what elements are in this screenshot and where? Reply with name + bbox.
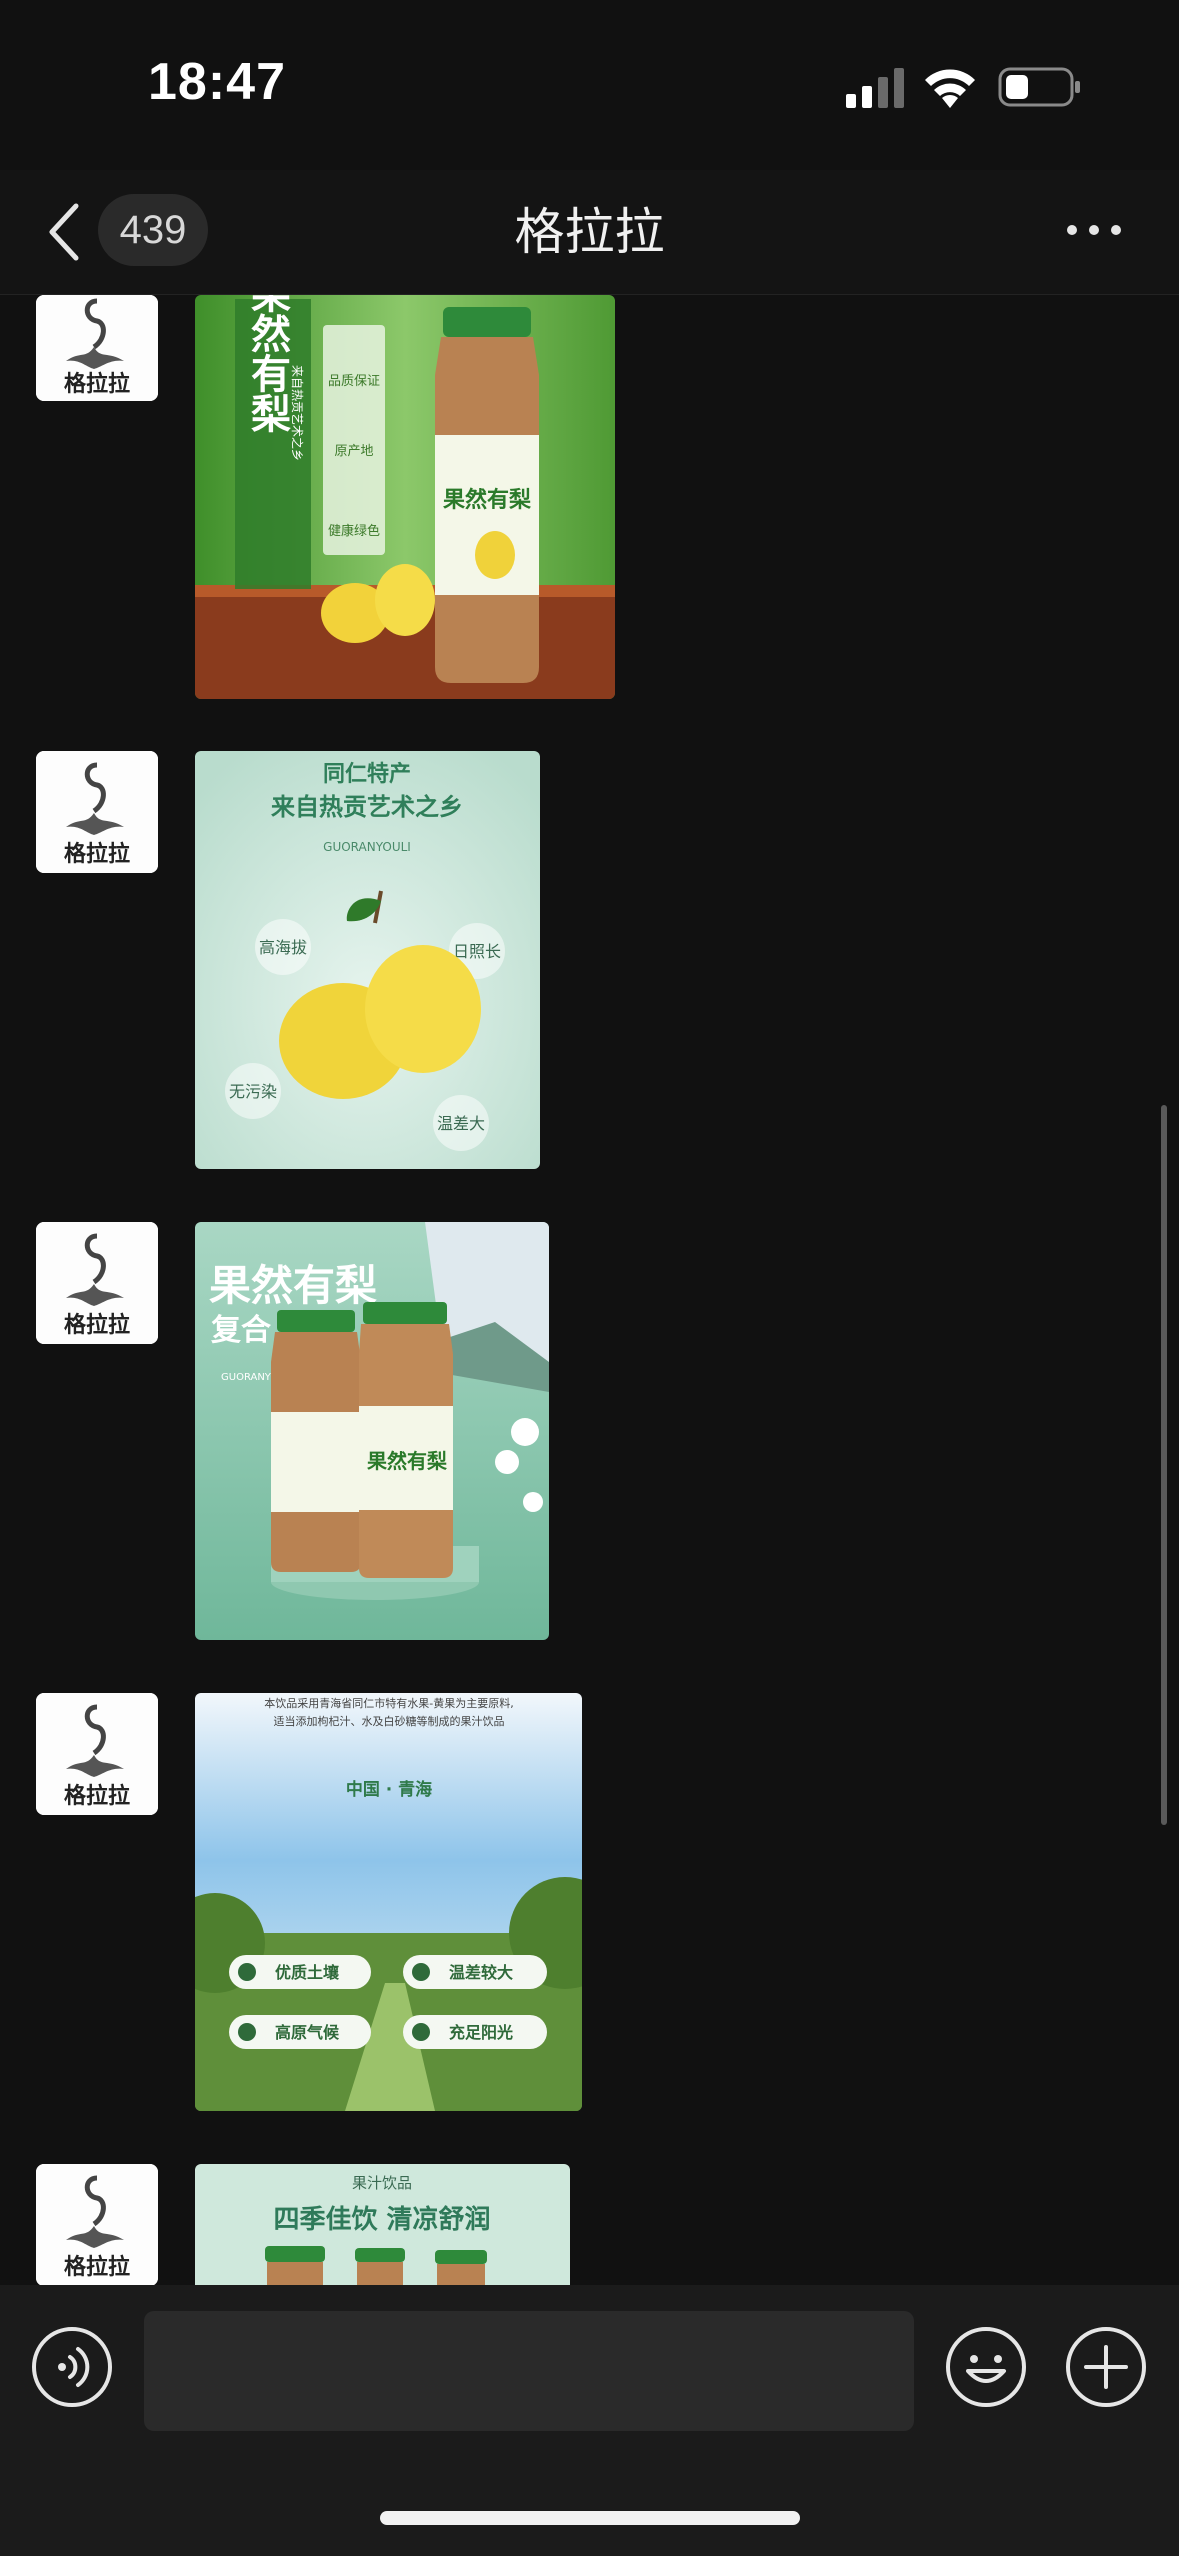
contact-avatar[interactable]: 格拉拉	[36, 2164, 158, 2285]
feature-temp: 温差较大	[448, 1963, 513, 1982]
message-list[interactable]: 格拉拉 果然有梨 品质保证 原产地 健康绿色 来自热贡艺术之乡 果然有梨 格拉拉…	[0, 295, 1179, 2285]
voice-input-icon[interactable]	[30, 2325, 114, 2409]
status-time: 18:47	[148, 53, 286, 111]
avatar-text: 格拉拉	[64, 1783, 130, 1809]
more-options-icon[interactable]	[1064, 218, 1124, 242]
chat-title: 格拉拉	[514, 203, 665, 261]
tag-sunshine: 日照长	[453, 942, 501, 961]
promo-title: 果然有梨	[209, 1261, 377, 1310]
desc-line-2: 适当添加枸杞汁、水及白砂糖等制成的果汁饮品	[274, 1714, 505, 1728]
avatar-text: 格拉拉	[64, 2254, 130, 2280]
avatar-text: 格拉拉	[64, 1312, 130, 1338]
promo-brand: GUORANYOULI	[323, 840, 411, 854]
contact-avatar[interactable]: 格拉拉	[36, 1222, 158, 1344]
scrollbar[interactable]	[1161, 1105, 1167, 1825]
promo-line-2: 来自热贡艺术之乡	[271, 793, 463, 821]
badge-green: 健康绿色	[328, 523, 380, 539]
desc-line-1: 本饮品采用青海省同仁市特有水果-黄果为主要原料,	[264, 1696, 513, 1710]
message-input[interactable]	[144, 2311, 914, 2431]
promo-small: 果汁饮品	[352, 2174, 412, 2192]
message-image[interactable]: 果然有梨 品质保证 原产地 健康绿色 来自热贡艺术之乡 果然有梨	[195, 295, 615, 699]
tag-temp-diff: 温差大	[437, 1114, 485, 1133]
contact-avatar[interactable]: 格拉拉	[36, 1693, 158, 1815]
message-image[interactable]: 果然有梨 复合 GUORANYO 果然有梨	[195, 1222, 549, 1640]
message-image[interactable]: 同仁特产 来自热贡艺术之乡 GUORANYOULI 高海拔 日照长 无污染 温差…	[195, 751, 540, 1169]
badge-quality: 品质保证	[328, 374, 380, 389]
emoji-icon[interactable]	[944, 2325, 1028, 2409]
promo-vertical-title-1: 果然有梨	[244, 295, 291, 433]
promo-headline: 四季佳饮 清凉舒润	[273, 2204, 490, 2235]
promo-subtitle: 来自热贡艺术之乡	[290, 365, 304, 461]
bottle-label: 果然有梨	[367, 1449, 448, 1473]
battery-icon	[998, 67, 1080, 107]
promo-line-1: 同仁特产	[323, 761, 411, 787]
place-label: 中国 · 青海	[346, 1779, 432, 1800]
feature-soil: 优质土壤	[275, 1963, 340, 1982]
feature-climate: 高原气候	[275, 2023, 340, 2042]
contact-avatar[interactable]: 格拉拉	[36, 751, 158, 873]
promo-brand: GUORANYO	[221, 1372, 278, 1383]
input-bar	[0, 2285, 1179, 2556]
avatar-text: 格拉拉	[64, 371, 130, 397]
home-indicator	[380, 2511, 800, 2525]
tag-altitude: 高海拔	[259, 938, 307, 957]
promo-subtitle: 复合	[211, 1313, 271, 1348]
status-bar: 18:47	[0, 0, 1179, 170]
avatar-text: 格拉拉	[64, 841, 130, 867]
add-more-icon[interactable]	[1064, 2325, 1148, 2409]
contact-avatar[interactable]: 格拉拉	[36, 295, 158, 401]
bottle-label: 果然有梨	[443, 487, 531, 513]
chat-header: 439 格拉拉	[0, 170, 1179, 295]
cellular-signal-icon	[846, 68, 904, 108]
message-image[interactable]: 果汁饮品 四季佳饮 清凉舒润	[195, 2164, 570, 2285]
badge-origin: 原产地	[334, 444, 373, 459]
message-image[interactable]: 本饮品采用青海省同仁市特有水果-黄果为主要原料, 适当添加枸杞汁、水及白砂糖等制…	[195, 1693, 582, 2111]
tag-pollution-free: 无污染	[229, 1082, 277, 1101]
feature-sunshine: 充足阳光	[449, 2023, 513, 2042]
wifi-icon	[925, 69, 975, 108]
